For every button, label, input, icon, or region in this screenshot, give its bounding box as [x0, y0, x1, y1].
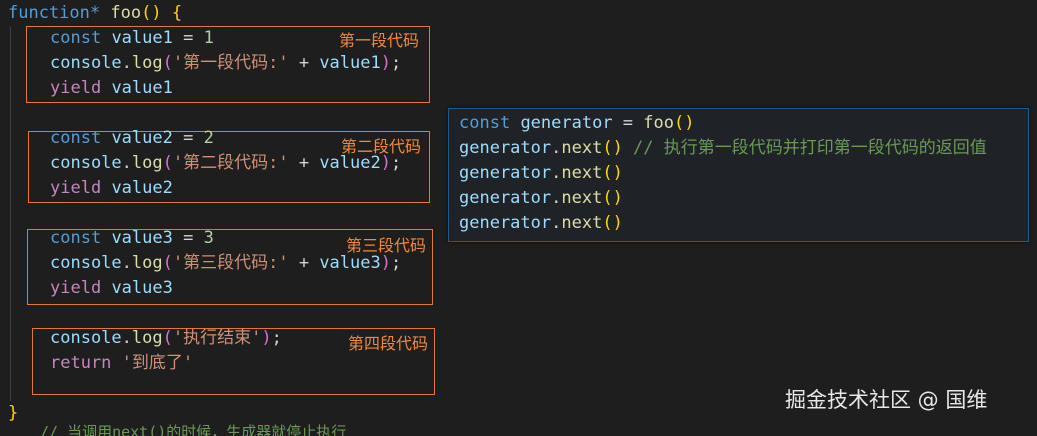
block1-const-line: const value1 = 1: [50, 28, 214, 48]
block2-yield-line: yield value2: [50, 178, 173, 198]
generator-next-line-2: generator.next(): [459, 163, 623, 183]
block1-yield-line: yield value1: [50, 78, 173, 98]
block2-const-line: const value2 = 2: [50, 128, 214, 148]
generator-usage-panel: const generator = foo() generator.next()…: [448, 108, 1029, 242]
watermark: 掘金技术社区 @ 国维: [785, 388, 988, 412]
function-closing-brace: }: [8, 403, 19, 423]
block4-return-line: return '到底了': [50, 353, 194, 373]
block2-log-line: console.log('第二段代码:' + value2);: [50, 153, 402, 173]
block3-yield-line: yield value3: [50, 278, 173, 298]
generator-const-line: const generator = foo(): [459, 113, 695, 133]
block1-label: 第一段代码: [339, 31, 420, 50]
cutoff-comment-line: // 当调用next()的时候，生成器就停止执行: [40, 424, 347, 436]
block4-log-line: console.log('执行结束');: [50, 328, 282, 348]
indent-guide: [10, 27, 11, 401]
generator-next-line-4: generator.next(): [459, 213, 623, 233]
generator-next-line-1: generator.next() // 执行第一段代码并打印第一段代码的返回值: [459, 138, 987, 158]
block4-label: 第四段代码: [348, 334, 429, 353]
function-header-line: function* foo() {: [8, 3, 183, 23]
block3-const-line: const value3 = 3: [50, 228, 214, 248]
block1-log-line: console.log('第一段代码:' + value1);: [50, 53, 402, 73]
block3-log-line: console.log('第三段代码:' + value3);: [50, 253, 402, 273]
generator-next-line-3: generator.next(): [459, 188, 623, 208]
